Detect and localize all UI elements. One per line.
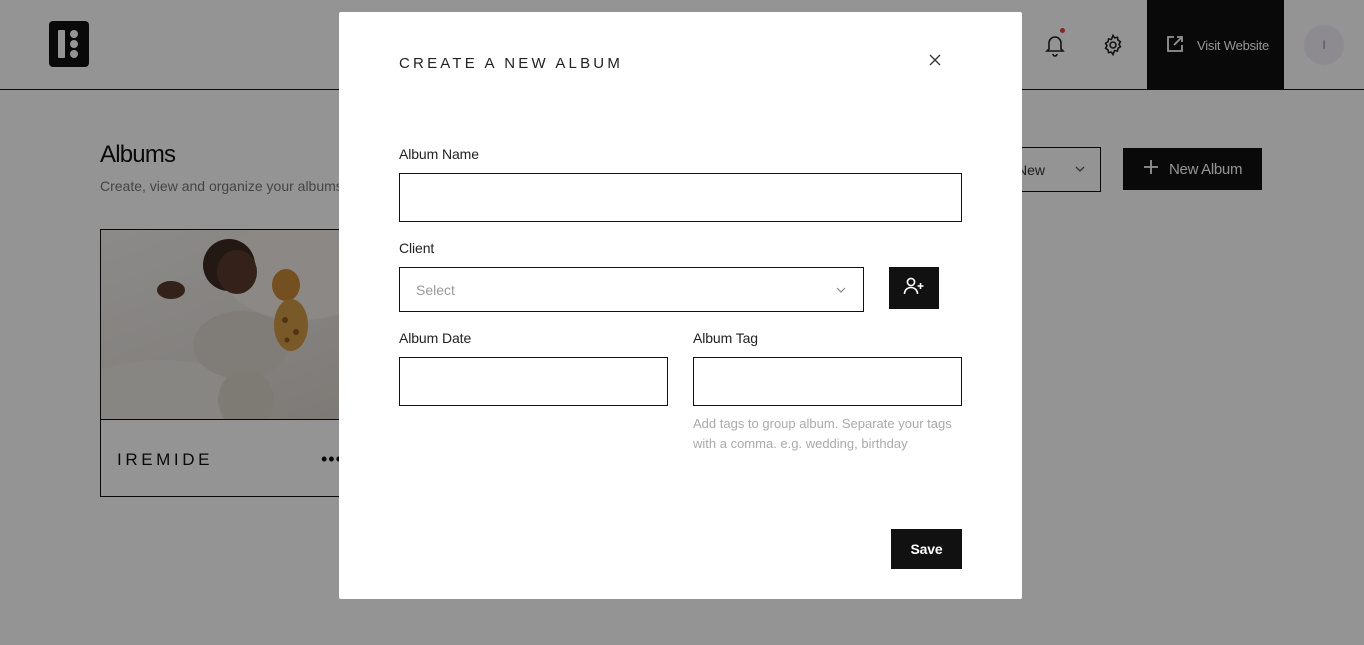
album-name-label: Album Name	[399, 146, 479, 162]
album-tag-hint: Add tags to group album. Separate your t…	[693, 416, 952, 451]
user-plus-icon	[903, 276, 925, 301]
album-name-input[interactable]	[399, 173, 962, 222]
add-client-button[interactable]	[889, 267, 939, 309]
album-tag-input[interactable]	[693, 357, 962, 406]
close-icon[interactable]	[927, 52, 943, 68]
chevron-down-icon	[835, 283, 847, 299]
create-album-modal: CREATE A NEW ALBUM Album Name Client Sel…	[339, 12, 1022, 599]
client-label: Client	[399, 240, 435, 256]
album-date-input[interactable]	[399, 357, 668, 406]
album-date-label: Album Date	[399, 330, 472, 346]
save-button[interactable]: Save	[891, 529, 962, 569]
modal-title: CREATE A NEW ALBUM	[399, 55, 624, 72]
client-select-placeholder: Select	[416, 281, 455, 298]
album-tag-label: Album Tag	[693, 330, 758, 346]
client-select[interactable]: Select	[399, 267, 864, 312]
